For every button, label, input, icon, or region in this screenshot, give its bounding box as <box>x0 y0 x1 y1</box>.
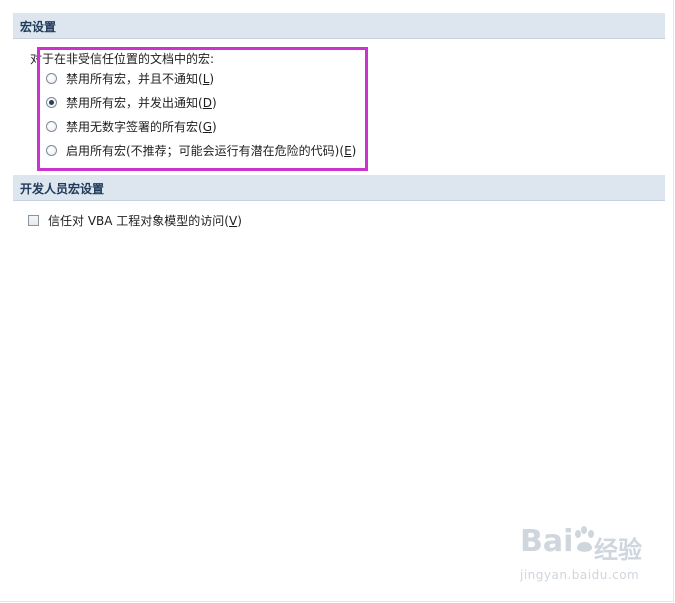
radio-button-checked-icon[interactable] <box>46 96 57 108</box>
watermark-url: jingyan.baidu.com <box>520 568 640 582</box>
radio-button-icon[interactable] <box>46 144 57 156</box>
developer-settings-title: 开发人员宏设置 <box>20 182 105 196</box>
radio-disable-with-notify[interactable]: 禁用所有宏，并发出通知(D) <box>46 94 217 110</box>
paw-icon <box>575 526 594 552</box>
radio-disable-unsigned[interactable]: 禁用无数字签署的所有宏(G) <box>46 118 217 134</box>
developer-settings-header: 开发人员宏设置 <box>13 175 665 201</box>
macro-settings-title: 宏设置 <box>20 20 57 34</box>
option-label: 禁用无数字签署的所有宏(G) <box>66 119 217 134</box>
trust-vba-checkbox-row[interactable]: 信任对 VBA 工程对象模型的访问(V) <box>28 212 242 228</box>
watermark-logo-text: Bai <box>520 524 574 559</box>
checkbox-icon[interactable] <box>28 214 39 226</box>
baidu-watermark: Bai 经验 jingyan.baidu.com <box>516 522 646 588</box>
option-label: 禁用所有宏，并且不通知(L) <box>66 71 215 86</box>
option-label: 启用所有宏(不推荐；可能会运行有潜在危险的代码)(E) <box>66 143 357 158</box>
trust-vba-label: 信任对 VBA 工程对象模型的访问(V) <box>48 213 242 228</box>
option-label: 禁用所有宏，并发出通知(D) <box>66 95 217 110</box>
radio-disable-no-notify[interactable]: 禁用所有宏，并且不通知(L) <box>46 70 214 86</box>
window-frame <box>0 0 674 602</box>
radio-button-icon[interactable] <box>46 120 57 132</box>
radio-enable-all[interactable]: 启用所有宏(不推荐；可能会运行有潜在危险的代码)(E) <box>46 142 356 158</box>
macro-settings-header: 宏设置 <box>13 13 665 39</box>
radio-button-icon[interactable] <box>46 72 57 84</box>
macro-intro-text: 对于在非受信任位置的文档中的宏: <box>30 52 215 66</box>
watermark-cn-text: 经验 <box>594 536 642 564</box>
